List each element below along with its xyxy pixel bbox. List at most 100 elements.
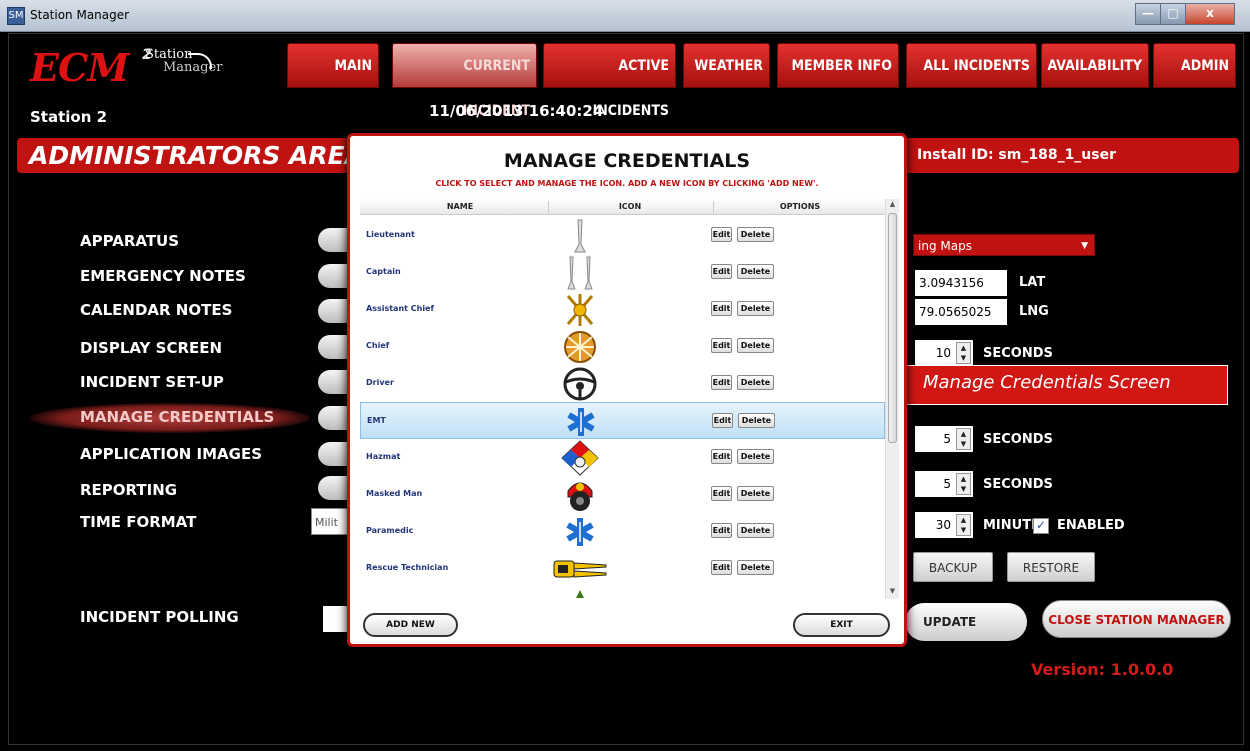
nav-tab-availability[interactable]: AVAILABILITY (1041, 43, 1149, 88)
interval3-spinner[interactable]: 5 ▲ ▼ (915, 471, 973, 497)
admin-menu-application-images[interactable]: APPLICATION IMAGES (80, 445, 262, 463)
admin-menu-apparatus[interactable]: APPARATUS (80, 232, 179, 250)
close-station-manager-button[interactable]: CLOSE STATION MANAGER (1042, 600, 1231, 638)
ecm2-logo: ECM 2 (30, 45, 152, 90)
incident-polling-label: INCIDENT POLLING (80, 608, 239, 626)
callout-text: Manage Credentials Screen (923, 372, 1171, 393)
edit-button[interactable]: Edit (711, 523, 732, 538)
credential-row-driver[interactable]: Driver Edit Delete (360, 365, 885, 402)
station-name: Station 2 (30, 108, 108, 126)
scrollbar-thumb[interactable] (888, 213, 897, 443)
display-seconds-spinner[interactable]: 10 ▲ ▼ (915, 340, 973, 366)
edit-button[interactable]: Edit (711, 449, 732, 464)
admin-menu-toggle[interactable] (318, 476, 350, 500)
grid-scrollbar[interactable]: ▲ ▼ (885, 199, 899, 599)
col-options-header[interactable]: OPTIONS (760, 202, 840, 211)
credential-row-emt[interactable]: EMT Edit Delete (360, 402, 885, 439)
delete-button[interactable]: Delete (737, 227, 774, 242)
close-window-button[interactable]: x (1185, 3, 1235, 25)
latitude-input[interactable]: 3.0943156 (915, 270, 1007, 296)
delete-button[interactable]: Delete (737, 301, 774, 316)
nav-tab-weather[interactable]: WEATHER (683, 43, 770, 88)
rescue-tools-icon (550, 551, 610, 587)
admin-menu-toggle[interactable] (318, 442, 350, 466)
edit-button[interactable]: Edit (711, 375, 732, 390)
admin-menu-toggle[interactable] (318, 299, 350, 323)
delete-button[interactable]: Delete (738, 413, 775, 428)
nav-tab-active-incidents[interactable]: ACTIVE INCIDENTS (543, 43, 676, 119)
spinner-arrows-icon[interactable]: ▲ ▼ (956, 428, 971, 450)
credential-name: Hazmat (366, 452, 401, 461)
backup-button[interactable]: BACKUP (913, 552, 993, 582)
credential-row-assistant-chief[interactable]: Assistant Chief Edit Delete (360, 291, 885, 328)
manage-credentials-dialog: MANAGE CREDENTIALS CLICK TO SELECT AND M… (347, 133, 907, 647)
restore-button[interactable]: RESTORE (1007, 552, 1095, 582)
nav-tab-main[interactable]: MAIN (287, 43, 379, 88)
spinner-arrows-icon[interactable]: ▲ ▼ (956, 342, 971, 364)
admin-menu-toggle[interactable] (318, 335, 350, 359)
spinner-arrows-icon[interactable]: ▲ ▼ (956, 514, 971, 536)
edit-button[interactable]: Edit (711, 338, 732, 353)
edit-button[interactable]: Edit (712, 413, 733, 428)
nav-tab-current-incident[interactable]: CURRENT INCIDENT (392, 43, 537, 119)
admin-menu-time-format[interactable]: TIME FORMAT (80, 513, 196, 531)
credential-row-captain[interactable]: Captain Edit Delete (360, 254, 885, 291)
edit-button[interactable]: Edit (711, 264, 732, 279)
admin-menu-manage-credentials[interactable]: MANAGE CREDENTIALS (80, 408, 274, 426)
station-manager-window: SM Station Manager — □ x ECM 2 Station M… (0, 0, 1250, 751)
delete-button[interactable]: Delete (737, 523, 774, 538)
admin-menu-incident-set-up[interactable]: INCIDENT SET-UP (80, 373, 224, 391)
admin-menu-toggle[interactable] (318, 228, 350, 252)
credential-row-paramedic[interactable]: Paramedic Edit Delete (360, 513, 885, 550)
col-icon-header[interactable]: ICON (590, 202, 670, 211)
col-name-header[interactable]: NAME (420, 202, 500, 211)
nav-tab-member-info[interactable]: MEMBER INFO (777, 43, 899, 88)
star-of-life-icon (551, 404, 611, 440)
longitude-input[interactable]: 79.0565025 (915, 299, 1007, 325)
delete-button[interactable]: Delete (737, 264, 774, 279)
delete-button[interactable]: Delete (737, 449, 774, 464)
delete-button[interactable]: Delete (737, 560, 774, 575)
credential-row-lieutenant[interactable]: Lieutenant Edit Delete (360, 217, 885, 254)
credential-row-chief[interactable]: Chief Edit Delete (360, 328, 885, 365)
minimize-button[interactable]: — (1135, 3, 1161, 25)
polling-minutes-spinner[interactable]: 30 ▲ ▼ (915, 512, 973, 538)
admin-menu-display-screen[interactable]: DISPLAY SCREEN (80, 339, 222, 357)
admin-menu-toggle[interactable] (318, 264, 350, 288)
nav-tab-all-incidents[interactable]: ALL INCIDENTS (906, 43, 1037, 88)
delete-button[interactable]: Delete (737, 338, 774, 353)
scroll-up-icon[interactable]: ▲ (886, 200, 899, 208)
delete-button[interactable]: Delete (737, 375, 774, 390)
lat-label: LAT (1019, 275, 1046, 290)
admin-menu-toggle[interactable] (318, 370, 350, 394)
time-format-select[interactable]: Milit (311, 508, 349, 535)
scroll-down-icon[interactable]: ▼ (886, 587, 899, 595)
maximize-button[interactable]: □ (1160, 3, 1186, 25)
credential-row-masked-man[interactable]: Masked Man Edit Delete (360, 476, 885, 513)
seconds-label: SECONDS (983, 432, 1053, 447)
interval2-spinner[interactable]: 5 ▲ ▼ (915, 426, 973, 452)
credential-row-rescue-technician[interactable]: Rescue Technician Edit Delete (360, 550, 885, 587)
add-new-button[interactable]: ADD NEW (363, 613, 458, 637)
admin-menu-reporting[interactable]: REPORTING (80, 481, 177, 499)
incident-polling-input[interactable] (323, 606, 349, 632)
credential-row-hazmat[interactable]: Hazmat Edit Delete (360, 439, 885, 476)
credential-name: Chief (366, 341, 390, 350)
edit-button[interactable]: Edit (711, 560, 732, 575)
delete-button[interactable]: Delete (737, 486, 774, 501)
edit-button[interactable]: Edit (711, 301, 732, 316)
nav-tab-admin[interactable]: ADMIN (1153, 43, 1236, 88)
spinner-arrows-icon[interactable]: ▲ ▼ (956, 473, 971, 495)
title-bar: SM Station Manager — □ x (0, 0, 1250, 32)
admin-menu-calendar-notes[interactable]: CALENDAR NOTES (80, 301, 232, 319)
credential-row-partial[interactable] (360, 587, 885, 598)
chief-bugles-icon (550, 329, 610, 365)
admin-menu-emergency-notes[interactable]: EMERGENCY NOTES (80, 267, 246, 285)
edit-button[interactable]: Edit (711, 227, 732, 242)
map-provider-dropdown[interactable]: ing Maps ▼ (913, 234, 1095, 256)
edit-button[interactable]: Edit (711, 486, 732, 501)
exit-button[interactable]: EXIT (793, 613, 890, 637)
update-button[interactable]: UPDATE (905, 603, 1027, 641)
admin-menu-toggle[interactable] (318, 406, 350, 430)
enabled-checkbox[interactable]: ✓ (1033, 518, 1049, 534)
